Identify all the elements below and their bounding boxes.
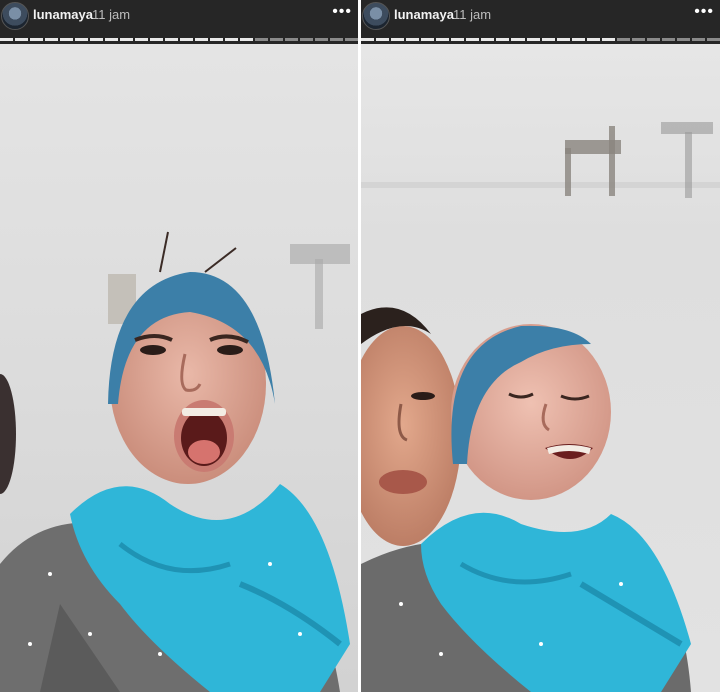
progress-segment (376, 38, 390, 41)
progress-segment (361, 38, 375, 41)
progress-segment (15, 38, 28, 41)
progress-segment (586, 38, 600, 41)
progress-segment (150, 38, 163, 41)
avatar[interactable] (1, 2, 29, 30)
progress-segment (616, 38, 630, 41)
story-header: lunamaya 11 jam ••• (361, 0, 720, 44)
progress-segment (180, 38, 193, 41)
progress-segment (631, 38, 645, 41)
progress-segment (120, 38, 133, 41)
progress-segment (195, 38, 208, 41)
progress-segment (60, 38, 73, 41)
progress-segment (270, 38, 283, 41)
username[interactable]: lunamaya (394, 7, 454, 22)
progress-segment (255, 38, 268, 41)
progress-segment (210, 38, 223, 41)
progress-segment (240, 38, 253, 41)
username[interactable]: lunamaya (33, 7, 93, 22)
story-progress-bar (361, 38, 720, 41)
progress-segment (496, 38, 510, 41)
progress-segment (646, 38, 660, 41)
progress-segment (556, 38, 570, 41)
progress-segment (0, 38, 13, 41)
progress-segment (225, 38, 238, 41)
more-icon[interactable]: ••• (332, 3, 352, 21)
progress-segment (30, 38, 43, 41)
progress-segment (345, 38, 358, 41)
progress-segment (165, 38, 178, 41)
progress-segment (707, 38, 720, 41)
avatar[interactable] (362, 2, 390, 30)
timestamp: 11 jam (92, 7, 131, 22)
progress-segment (692, 38, 706, 41)
progress-segment (481, 38, 495, 41)
progress-segment (571, 38, 585, 41)
progress-segment (285, 38, 298, 41)
progress-segment (406, 38, 420, 41)
progress-segment (300, 38, 313, 41)
progress-segment (135, 38, 148, 41)
story-header: lunamaya 11 jam ••• (0, 0, 358, 44)
progress-segment (601, 38, 615, 41)
progress-segment (436, 38, 450, 41)
more-icon[interactable]: ••• (694, 3, 714, 21)
progress-segment (541, 38, 555, 41)
story-progress-bar (0, 38, 358, 41)
story-panel-right[interactable]: lunamaya 11 jam ••• (361, 0, 720, 692)
progress-segment (330, 38, 343, 41)
progress-segment (466, 38, 480, 41)
progress-segment (315, 38, 328, 41)
progress-segment (661, 38, 675, 41)
progress-segment (105, 38, 118, 41)
progress-segment (421, 38, 435, 41)
progress-segment (511, 38, 525, 41)
story-panel-left[interactable]: lunamaya 11 jam ••• (0, 0, 358, 692)
progress-segment (75, 38, 88, 41)
progress-segment (391, 38, 405, 41)
progress-segment (676, 38, 691, 41)
progress-segment (90, 38, 103, 41)
story-image-snow-selfie-two (361, 44, 720, 692)
progress-segment (45, 38, 58, 41)
progress-segment (526, 38, 540, 41)
progress-segment (451, 38, 465, 41)
timestamp: 11 jam (453, 7, 492, 22)
story-image-snow-selfie (0, 44, 358, 692)
